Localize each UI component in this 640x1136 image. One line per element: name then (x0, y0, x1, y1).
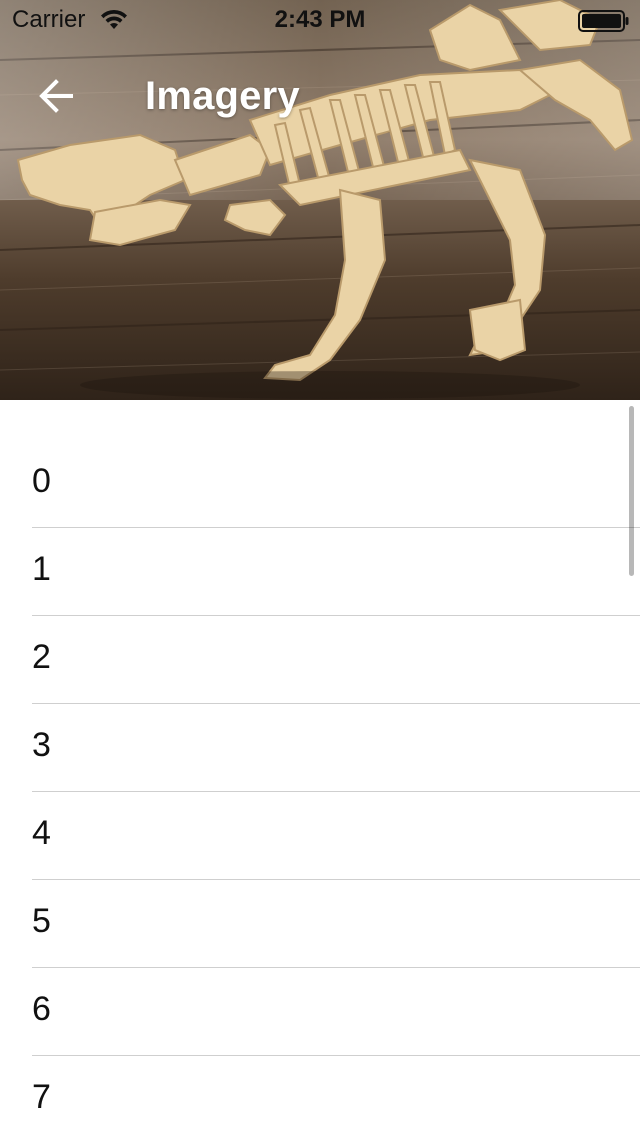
status-bar: Carrier 2:43 PM (0, 0, 640, 40)
list-item-label: 7 (32, 1078, 51, 1116)
clock-time: 2:43 PM (274, 6, 366, 33)
battery-full-icon (578, 10, 630, 32)
list-item-label: 2 (32, 638, 51, 676)
list-item-label: 1 (32, 550, 51, 588)
list-item[interactable]: 6 (32, 968, 640, 1056)
list-item-label: 3 (32, 726, 51, 764)
list-item[interactable]: 5 (32, 880, 640, 968)
list-item[interactable]: 7 (32, 1056, 640, 1136)
arrow-left-icon (38, 78, 74, 119)
list-item[interactable]: 4 (32, 792, 640, 880)
list-item[interactable]: 2 (32, 616, 640, 704)
list-item-label: 6 (32, 990, 51, 1028)
list-item-label: 5 (32, 902, 51, 940)
list-item[interactable]: 1 (32, 528, 640, 616)
app-toolbar: Imagery (0, 40, 640, 152)
list-item-label: 4 (32, 814, 51, 852)
page-title: Imagery (145, 74, 300, 118)
list-item-label: 0 (32, 462, 51, 500)
back-button[interactable] (28, 70, 84, 126)
scrollbar[interactable] (629, 406, 634, 576)
list-item[interactable]: 0 (32, 440, 640, 528)
list-item[interactable]: 3 (32, 704, 640, 792)
app-screen: Carrier 2:43 PM Imagery 0 1 2 3 4 5 6 7 (0, 0, 640, 1136)
item-list: 0 1 2 3 4 5 6 7 (0, 400, 640, 1136)
